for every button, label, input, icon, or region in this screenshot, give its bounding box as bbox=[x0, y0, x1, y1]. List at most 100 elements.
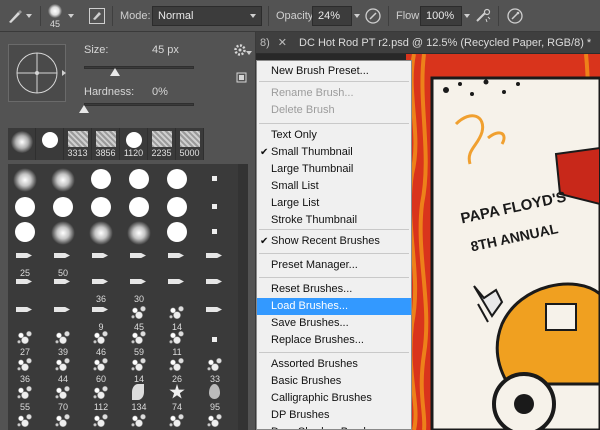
flow-dropdown[interactable] bbox=[464, 0, 470, 32]
brush-preset-item[interactable] bbox=[48, 166, 78, 196]
size-value[interactable]: 45 px bbox=[152, 44, 179, 56]
brush-preset-item[interactable]: 33 bbox=[200, 354, 230, 384]
brush-tool-icon[interactable] bbox=[6, 0, 24, 32]
menu-item-new-brush-preset[interactable]: New Brush Preset... bbox=[257, 63, 411, 80]
flow-input[interactable]: 100% bbox=[420, 6, 462, 26]
menu-item-show-recent-brushes[interactable]: ✔ Show Recent Brushes bbox=[257, 233, 411, 250]
hardness-slider[interactable] bbox=[84, 103, 194, 106]
menu-item-calligraphic-brushes[interactable]: Calligraphic Brushes bbox=[257, 390, 411, 407]
brush-preset-item[interactable]: 70 bbox=[48, 382, 78, 412]
brush-preset-item[interactable]: 14 bbox=[124, 354, 154, 384]
brush-preset-item[interactable]: 11 bbox=[162, 327, 192, 357]
size-slider[interactable] bbox=[84, 66, 194, 69]
brush-preset-item[interactable]: 39 bbox=[48, 327, 78, 357]
brush-preset-item[interactable] bbox=[162, 274, 192, 304]
recent-brush-item[interactable]: 2235 bbox=[148, 128, 176, 160]
recent-brush-item[interactable]: 5000 bbox=[176, 128, 204, 160]
menu-item-basic-brushes[interactable]: Basic Brushes bbox=[257, 373, 411, 390]
menu-item-stroke-thumbnail[interactable]: Stroke Thumbnail bbox=[257, 212, 411, 229]
brush-preset-item[interactable] bbox=[162, 166, 192, 196]
new-preset-icon[interactable] bbox=[236, 72, 248, 87]
menu-item-drop-shadow-brushes[interactable]: Drop Shadow Brushes bbox=[257, 424, 411, 429]
brush-preset-item[interactable]: 134 bbox=[124, 382, 154, 412]
brush-preset-item[interactable] bbox=[200, 219, 230, 249]
opacity-input[interactable]: 24% bbox=[312, 6, 352, 26]
brush-preset-item[interactable] bbox=[10, 219, 40, 249]
menu-item-label: Stroke Thumbnail bbox=[271, 214, 358, 226]
menu-item-small-thumbnail[interactable]: ✔ Small Thumbnail bbox=[257, 144, 411, 161]
brush-preset-item[interactable]: 46 bbox=[86, 327, 116, 357]
recent-brush-item[interactable]: 3313 bbox=[64, 128, 92, 160]
document-tab-title[interactable]: DC Hot Rod PT r2.psd @ 12.5% (Recycled P… bbox=[299, 37, 591, 49]
menu-item-large-thumbnail[interactable]: Large Thumbnail bbox=[257, 161, 411, 178]
brush-preset-item[interactable]: 26 bbox=[162, 354, 192, 384]
chevron-down-icon bbox=[354, 14, 360, 18]
brush-preset-item[interactable] bbox=[48, 410, 78, 430]
brush-preset-item[interactable]: 55 bbox=[10, 382, 40, 412]
previous-tab-fragment[interactable]: 8) bbox=[260, 37, 270, 49]
brush-preset-item[interactable] bbox=[48, 274, 78, 304]
brush-preset-item[interactable] bbox=[200, 327, 230, 357]
brush-preset-item[interactable] bbox=[86, 219, 116, 249]
brush-preset-item[interactable]: 60 bbox=[86, 354, 116, 384]
brush-preset-item[interactable] bbox=[86, 166, 116, 196]
tool-preset-dropdown[interactable] bbox=[26, 0, 32, 32]
brush-tip-icon bbox=[11, 131, 33, 153]
brush-preset-item[interactable] bbox=[10, 274, 40, 304]
hardness-value[interactable]: 0% bbox=[152, 86, 168, 98]
brush-preset-item[interactable]: 36 bbox=[86, 274, 116, 304]
grid-scrollbar[interactable] bbox=[238, 164, 248, 430]
brush-preset-item[interactable]: 27 bbox=[10, 327, 40, 357]
brush-preset-item[interactable] bbox=[10, 166, 40, 196]
pressure-size-icon[interactable] bbox=[506, 0, 524, 32]
airbrush-icon[interactable] bbox=[474, 0, 492, 32]
brush-preset-item[interactable]: 59 bbox=[124, 327, 154, 357]
brush-panel-toggle-icon[interactable] bbox=[88, 0, 106, 32]
recent-brush-item[interactable] bbox=[36, 128, 64, 160]
menu-item-save-brushes[interactable]: Save Brushes... bbox=[257, 315, 411, 332]
menu-item-delete-brush: Delete Brush bbox=[257, 102, 411, 119]
menu-item-assorted-brushes[interactable]: Assorted Brushes bbox=[257, 356, 411, 373]
brush-preset-item[interactable]: 112 bbox=[86, 382, 116, 412]
brush-preset-item[interactable] bbox=[10, 410, 40, 430]
close-icon[interactable]: ✕ bbox=[278, 36, 287, 49]
brush-preset-item[interactable]: 30 bbox=[124, 274, 154, 304]
recent-brush-item[interactable] bbox=[8, 128, 36, 160]
menu-item-preset-manager[interactable]: Preset Manager... bbox=[257, 257, 411, 274]
brush-picker-button[interactable]: 45 bbox=[48, 0, 62, 32]
menu-item-label: Reset Brushes... bbox=[271, 283, 353, 295]
opacity-dropdown[interactable] bbox=[354, 0, 360, 32]
menu-item-label: Text Only bbox=[271, 129, 317, 141]
brush-preset-item[interactable] bbox=[200, 166, 230, 196]
recent-brush-item[interactable]: 1120 bbox=[120, 128, 148, 160]
menu-item-reset-brushes[interactable]: Reset Brushes... bbox=[257, 281, 411, 298]
brush-preset-item[interactable]: 95 bbox=[200, 382, 230, 412]
brush-preset-item[interactable] bbox=[124, 166, 154, 196]
brush-preset-item[interactable] bbox=[162, 410, 192, 430]
menu-item-large-list[interactable]: Large List bbox=[257, 195, 411, 212]
menu-item-dp-brushes[interactable]: DP Brushes bbox=[257, 407, 411, 424]
brush-preset-item[interactable]: 44 bbox=[48, 354, 78, 384]
brush-picker-dropdown[interactable] bbox=[68, 0, 74, 32]
brush-preset-item[interactable] bbox=[124, 219, 154, 249]
brush-tip-icon bbox=[53, 356, 73, 372]
brush-preset-item[interactable] bbox=[48, 219, 78, 249]
menu-item-load-brushes[interactable]: Load Brushes... bbox=[257, 298, 411, 315]
blend-mode-select[interactable]: Normal bbox=[152, 6, 262, 26]
recent-brush-item[interactable]: 3856 bbox=[92, 128, 120, 160]
brush-angle-preview[interactable] bbox=[8, 44, 66, 102]
brush-preset-item[interactable]: 74 bbox=[162, 382, 192, 412]
menu-item-text-only[interactable]: Text Only bbox=[257, 127, 411, 144]
brush-preset-item[interactable]: 36 bbox=[10, 354, 40, 384]
menu-item-replace-brushes[interactable]: Replace Brushes... bbox=[257, 332, 411, 349]
photoshop-window: 45 Mode: Normal Opacity: 24% Flow: 100% bbox=[0, 0, 600, 430]
brush-preset-item[interactable] bbox=[124, 410, 154, 430]
brush-preset-item[interactable] bbox=[86, 410, 116, 430]
brush-preset-item[interactable] bbox=[200, 274, 230, 304]
menu-item-small-list[interactable]: Small List bbox=[257, 178, 411, 195]
brush-preset-item[interactable] bbox=[200, 410, 230, 430]
hardness-slider-thumb[interactable] bbox=[79, 105, 89, 113]
pressure-opacity-icon[interactable] bbox=[364, 0, 382, 32]
size-slider-thumb[interactable] bbox=[109, 68, 120, 76]
brush-preset-item[interactable] bbox=[162, 219, 192, 249]
